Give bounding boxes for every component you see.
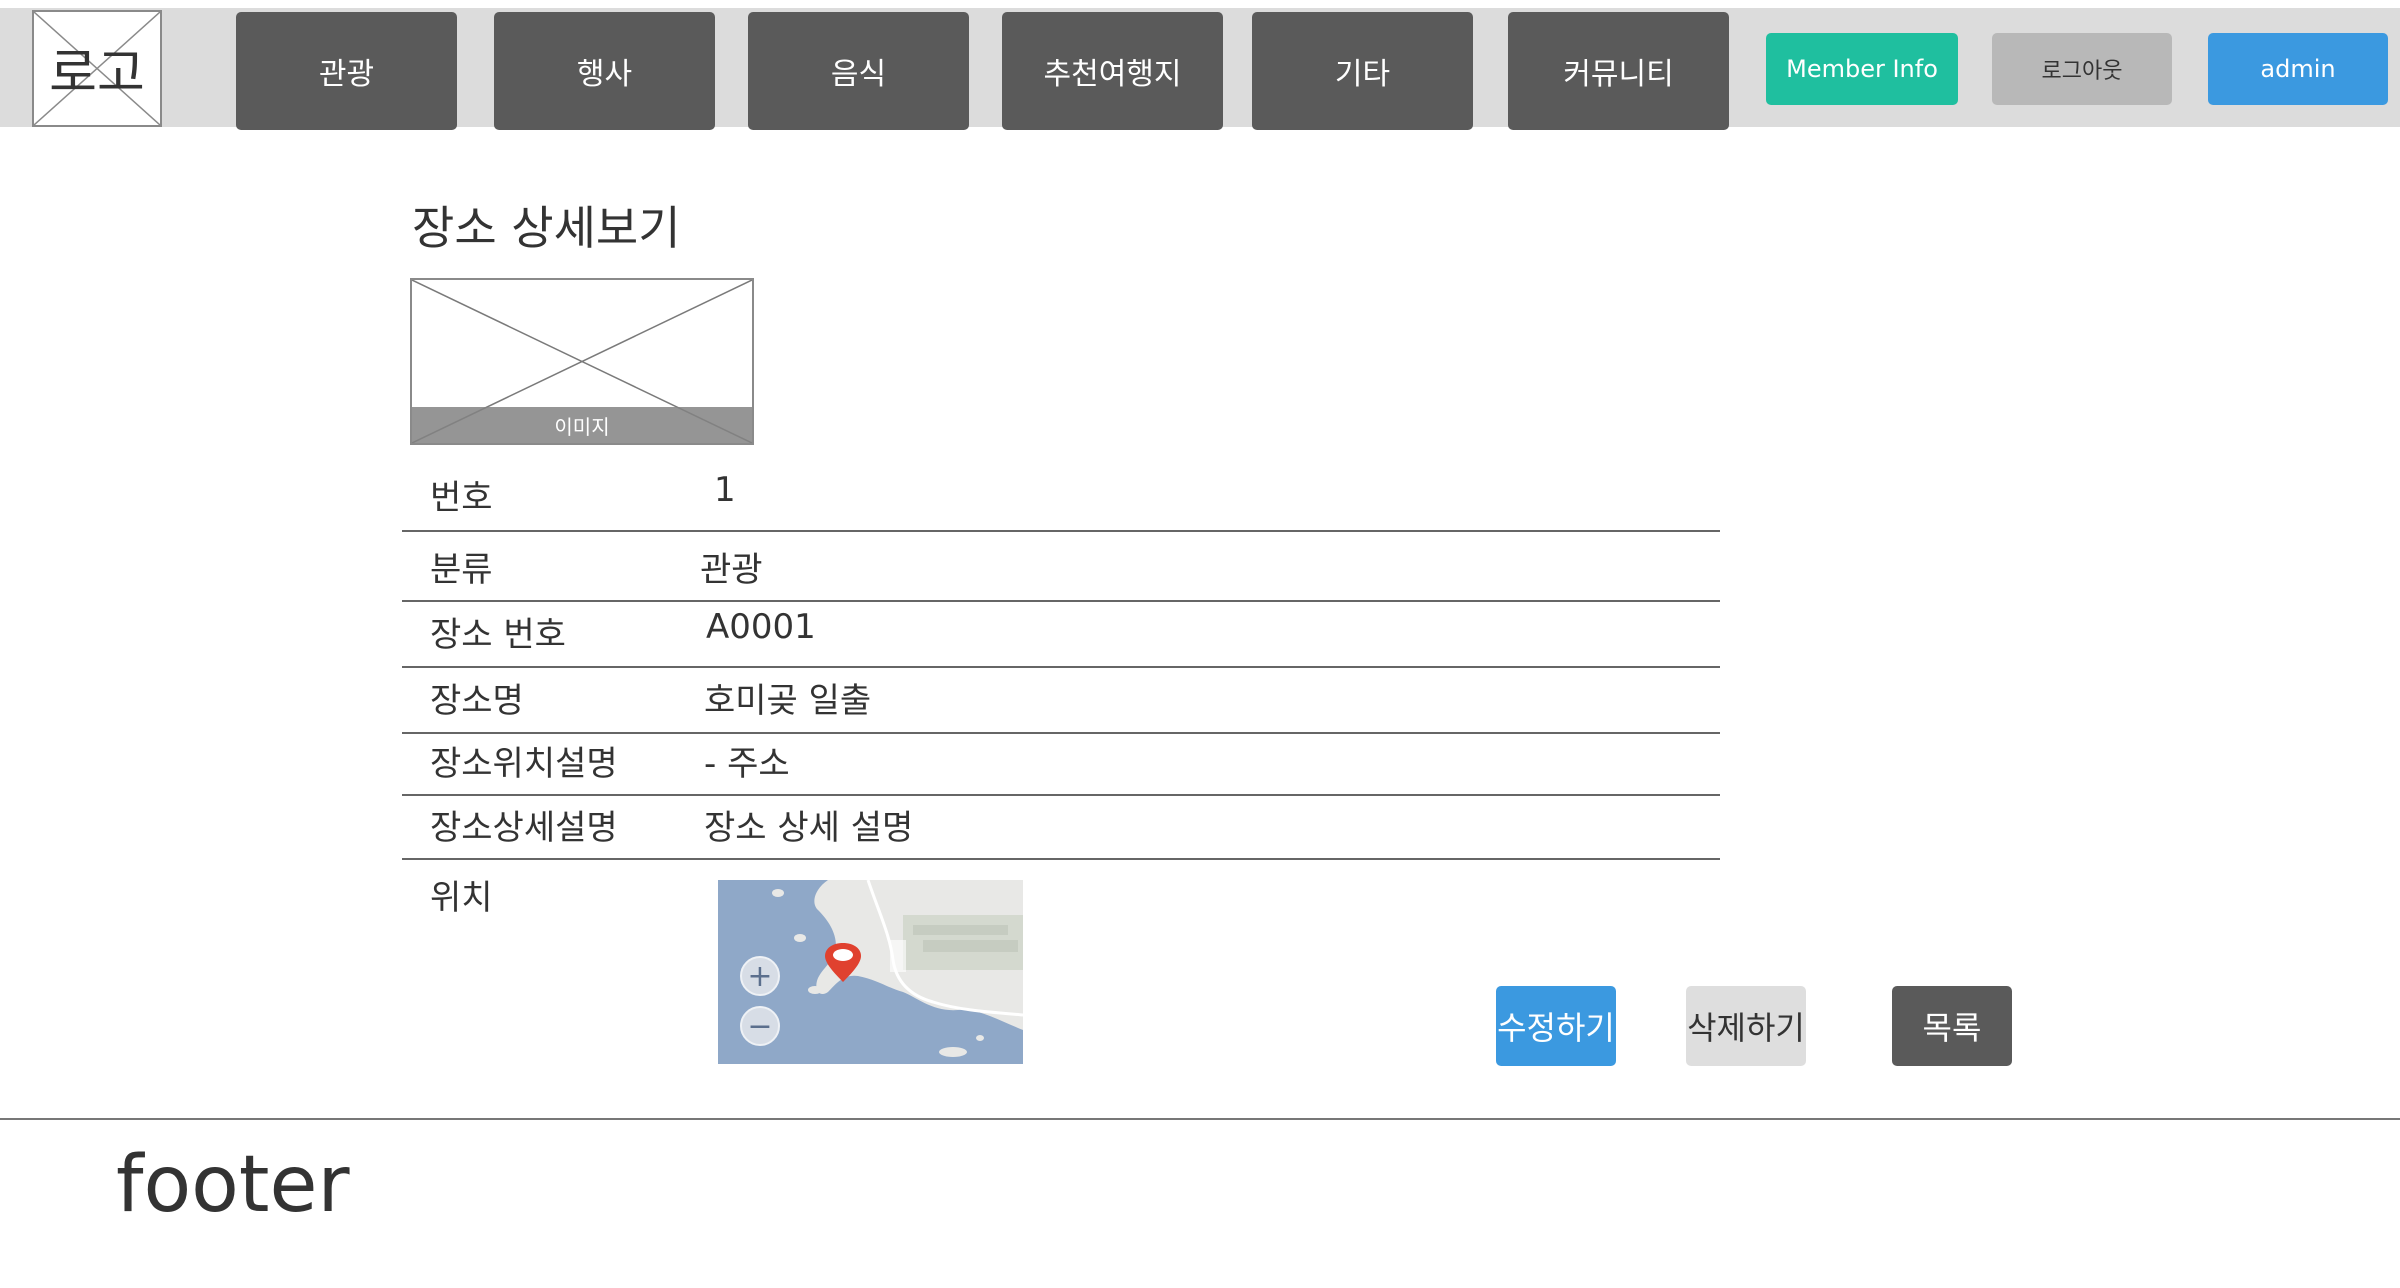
- nav-etc[interactable]: 기타: [1252, 12, 1473, 130]
- row-divider: [402, 666, 1720, 668]
- nav-food[interactable]: 음식: [748, 12, 969, 130]
- top-header: 로고 관광 행사 음식 추천여행지 기타 커뮤니티 Member Info 로그…: [0, 8, 2400, 130]
- nav-events[interactable]: 행사: [494, 12, 715, 130]
- edit-button[interactable]: 수정하기: [1496, 986, 1616, 1066]
- location-description-value: - 주소: [704, 744, 790, 784]
- logo-placeholder[interactable]: 로고: [32, 10, 162, 127]
- place-number-value: A0001: [706, 607, 816, 647]
- row-divider: [402, 732, 1720, 734]
- row-divider: [402, 794, 1720, 796]
- nav-community[interactable]: 커뮤니티: [1508, 12, 1729, 130]
- page-title: 장소 상세보기: [412, 201, 681, 255]
- category-value: 관광: [700, 550, 763, 590]
- row-divider: [402, 600, 1720, 602]
- detail-description-value: 장소 상세 설명: [704, 808, 914, 848]
- number-value: 1: [714, 470, 736, 510]
- row-divider: [402, 858, 1720, 860]
- delete-button[interactable]: 삭제하기: [1686, 986, 1806, 1066]
- category-label: 분류: [430, 550, 493, 590]
- place-name-label: 장소명: [430, 681, 524, 721]
- logo-text: 로고: [49, 44, 145, 104]
- list-button[interactable]: 목록: [1892, 986, 2012, 1066]
- logout-button[interactable]: 로그아웃: [1992, 33, 2172, 105]
- map-pin-icon[interactable]: [821, 942, 865, 986]
- row-divider: [402, 530, 1720, 532]
- detail-description-label: 장소상세설명: [430, 808, 618, 848]
- place-image: 이미지: [410, 278, 754, 445]
- location-label: 위치: [430, 878, 493, 918]
- nav-recommended[interactable]: 추천여행지: [1002, 12, 1223, 130]
- place-number-label: 장소 번호: [430, 615, 566, 655]
- footer: footer: [116, 1140, 350, 1230]
- nav-tourism[interactable]: 관광: [236, 12, 457, 130]
- number-label: 번호: [430, 478, 493, 518]
- image-caption: 이미지: [412, 407, 752, 443]
- zoom-in-icon[interactable]: +: [740, 956, 780, 996]
- admin-button[interactable]: admin: [2208, 33, 2388, 105]
- zoom-out-icon[interactable]: −: [740, 1006, 780, 1046]
- location-description-label: 장소위치설명: [430, 744, 618, 784]
- member-info-button[interactable]: Member Info: [1766, 33, 1958, 105]
- place-name-value: 호미곶 일출: [704, 681, 872, 721]
- footer-divider: [0, 1118, 2400, 1120]
- location-map[interactable]: + −: [718, 880, 1023, 1064]
